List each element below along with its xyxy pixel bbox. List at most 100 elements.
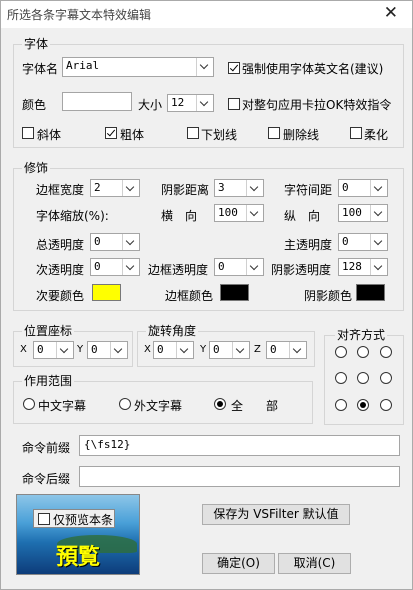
secondary-alpha-combo[interactable]: 0: [90, 258, 140, 276]
save-default-button[interactable]: 保存为 VSFilter 默认值: [202, 504, 350, 525]
align-radio-4[interactable]: [335, 372, 347, 384]
spacing-combo[interactable]: 0: [338, 179, 388, 197]
scope-foreign-radio[interactable]: [119, 398, 131, 410]
chevron-down-icon[interactable]: [246, 259, 263, 275]
primary-alpha-value: 0: [342, 235, 349, 248]
position-y-label: Y: [77, 344, 84, 355]
spacing-label: 字符间距: [284, 183, 333, 197]
font-size-combo[interactable]: 12: [167, 94, 214, 112]
strikeout-label: 删除线: [283, 128, 320, 142]
align-radio-9[interactable]: [380, 346, 392, 358]
scope-group-title: 作用范围: [22, 374, 75, 388]
chevron-down-icon[interactable]: [246, 205, 263, 221]
position-x-combo[interactable]: 0: [33, 341, 74, 359]
chevron-down-icon[interactable]: [370, 259, 387, 275]
primary-alpha-combo[interactable]: 0: [338, 233, 388, 251]
command-prefix-input[interactable]: {\fs12}: [79, 435, 400, 456]
secondary-alpha-label: 次透明度: [36, 263, 85, 277]
rotation-x-label: X: [144, 344, 151, 355]
chevron-down-icon[interactable]: [122, 234, 139, 250]
align-radio-1[interactable]: [335, 399, 347, 411]
preview-checkbox-box[interactable]: 仅预览本条: [33, 509, 115, 528]
chevron-down-icon[interactable]: [196, 95, 213, 111]
horizontal-scale-label: 横 向: [161, 209, 198, 223]
secondary-color-swatch[interactable]: [92, 284, 121, 301]
preview-only-checkbox[interactable]: [38, 513, 50, 525]
chevron-down-icon[interactable]: [232, 342, 249, 358]
scope-chinese-radio[interactable]: [23, 398, 35, 410]
underline-label: 下划线: [201, 128, 238, 142]
scope-all-radio[interactable]: [214, 398, 226, 410]
border-alpha-label: 边框透明度: [148, 263, 209, 277]
command-suffix-input[interactable]: [79, 466, 400, 487]
scope-all-label-a: 全: [231, 399, 244, 413]
cancel-button[interactable]: 取消(C): [278, 553, 351, 574]
force-english-checkbox[interactable]: [228, 62, 240, 74]
align-radio-5[interactable]: [357, 372, 369, 384]
italic-label: 斜体: [37, 128, 62, 142]
position-group-title: 位置座标: [22, 324, 75, 338]
shadow-alpha-combo[interactable]: 128: [338, 258, 388, 276]
chevron-down-icon[interactable]: [196, 58, 213, 76]
chevron-down-icon[interactable]: [289, 342, 306, 358]
vertical-scale-combo[interactable]: 100: [338, 204, 388, 222]
chevron-down-icon[interactable]: [56, 342, 73, 358]
border-width-combo[interactable]: 2: [90, 179, 140, 197]
chevron-down-icon[interactable]: [370, 205, 387, 221]
chevron-down-icon[interactable]: [110, 342, 127, 358]
shadow-alpha-value: 128: [342, 260, 362, 273]
chevron-down-icon[interactable]: [176, 342, 193, 358]
chevron-down-icon[interactable]: [246, 180, 263, 196]
font-size-label: 大小: [138, 98, 163, 112]
strikeout-checkbox[interactable]: [268, 127, 280, 139]
total-alpha-combo[interactable]: 0: [90, 233, 140, 251]
align-radio-6[interactable]: [380, 372, 392, 384]
total-alpha-value: 0: [94, 235, 101, 248]
command-prefix-label: 命令前缀: [22, 441, 71, 455]
align-radio-7[interactable]: [335, 346, 347, 358]
shadow-color-swatch[interactable]: [356, 284, 385, 301]
border-color-swatch[interactable]: [220, 284, 249, 301]
rotation-z-combo[interactable]: 0: [266, 341, 307, 359]
rotation-y-combo[interactable]: 0: [209, 341, 250, 359]
chevron-down-icon[interactable]: [370, 180, 387, 196]
italic-checkbox[interactable]: [22, 127, 34, 139]
preview-image: 仅预览本条 預覧: [16, 494, 140, 575]
position-y-combo[interactable]: 0: [87, 341, 128, 359]
force-english-label: 强制使用字体英文名(建议): [242, 62, 384, 76]
border-color-label: 边框颜色: [165, 289, 214, 303]
rotation-x-combo[interactable]: 0: [153, 341, 194, 359]
rotation-group-title: 旋转角度: [146, 324, 199, 338]
command-suffix-label: 命令后缀: [22, 472, 71, 486]
karaoke-checkbox[interactable]: [228, 98, 240, 110]
soft-checkbox[interactable]: [350, 127, 362, 139]
align-radio-3[interactable]: [380, 399, 392, 411]
scope-foreign-label: 外文字幕: [134, 399, 183, 413]
horizontal-scale-combo[interactable]: 100: [214, 204, 264, 222]
font-name-label: 字体名: [22, 62, 59, 76]
scope-chinese-label: 中文字幕: [38, 399, 87, 413]
font-color-swatch[interactable]: [62, 92, 132, 111]
close-icon[interactable]: ✕: [384, 3, 398, 23]
underline-checkbox[interactable]: [187, 127, 199, 139]
chevron-down-icon[interactable]: [122, 180, 139, 196]
ok-button[interactable]: 确定(O): [202, 553, 275, 574]
bold-checkbox[interactable]: [105, 127, 117, 139]
rotation-z-label: Z: [254, 344, 261, 355]
align-radio-8[interactable]: [357, 346, 369, 358]
position-y-value: 0: [91, 343, 98, 356]
shadow-distance-label: 阴影距离: [161, 183, 210, 197]
soft-label: 柔化: [364, 128, 389, 142]
shadow-distance-combo[interactable]: 3: [214, 179, 264, 197]
chevron-down-icon[interactable]: [122, 259, 139, 275]
font-name-combo[interactable]: Arial: [62, 57, 214, 77]
preview-only-label: 仅预览本条: [53, 513, 114, 527]
chevron-down-icon[interactable]: [370, 234, 387, 250]
shadow-alpha-label: 阴影透明度: [271, 263, 332, 277]
align-radio-2[interactable]: [357, 399, 369, 411]
border-alpha-combo[interactable]: 0: [214, 258, 264, 276]
font-group-title: 字体: [22, 37, 51, 51]
alignment-group-title: 对齐方式: [335, 328, 388, 342]
bold-label: 粗体: [120, 128, 145, 142]
font-color-label: 颜色: [22, 98, 47, 112]
